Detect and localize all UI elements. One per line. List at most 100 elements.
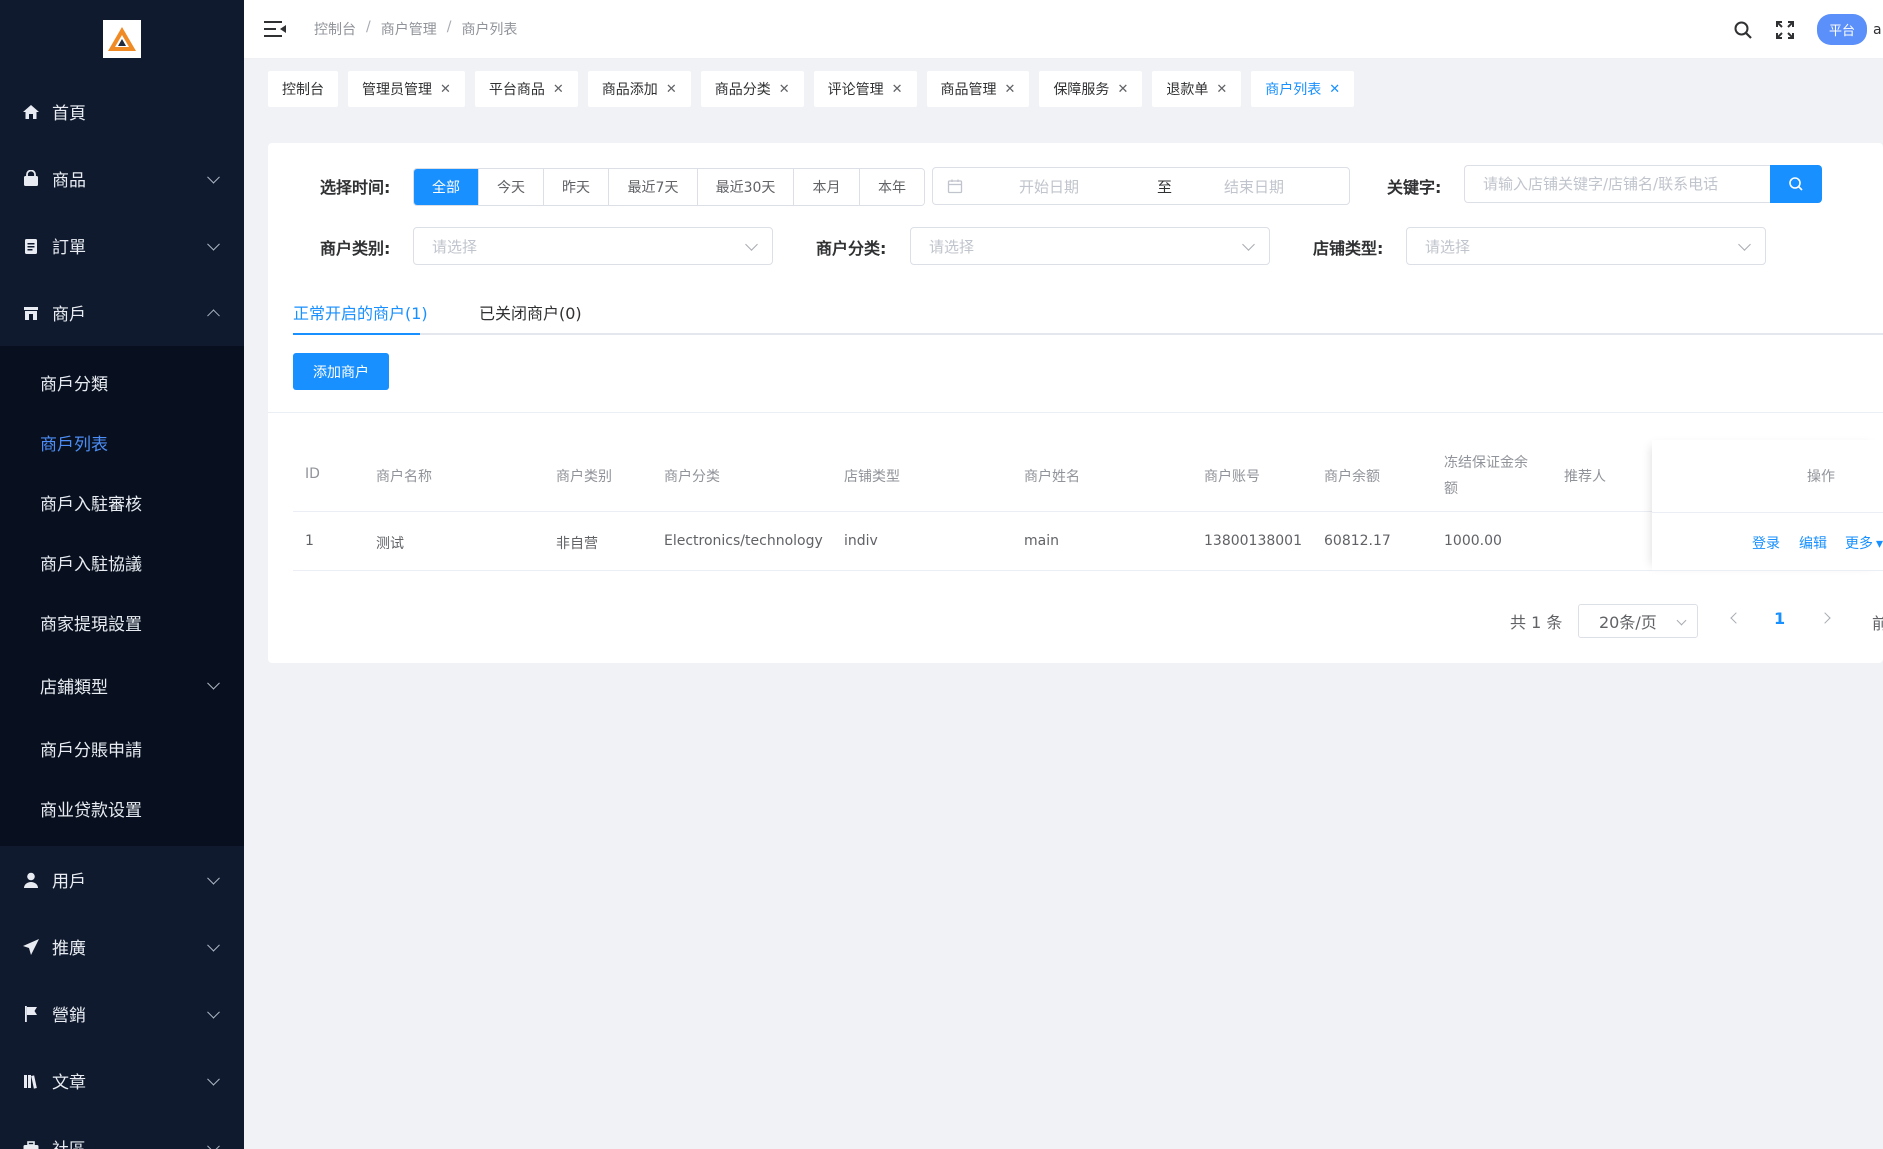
submenu-item-merchant-list[interactable]: 商戶列表: [0, 412, 244, 472]
time-option-month[interactable]: 本月: [794, 169, 860, 205]
sidebar-item-home[interactable]: 首頁: [0, 78, 244, 145]
tag-refund[interactable]: 退款单 ✕: [1152, 71, 1242, 107]
sidebar-item-goods[interactable]: 商品: [0, 145, 244, 212]
submenu-item-merchant-category[interactable]: 商戶分類: [0, 352, 244, 412]
column-header-id: ID: [305, 466, 320, 482]
platform-badge[interactable]: 平台: [1816, 14, 1867, 45]
close-icon[interactable]: ✕: [666, 82, 677, 97]
column-header-name: 商户名称: [376, 469, 432, 485]
search-icon[interactable]: [1733, 20, 1753, 40]
time-option-all[interactable]: 全部: [414, 169, 479, 205]
submenu-label: 商戶分類: [40, 374, 108, 395]
tag-label: 保障服务: [1053, 82, 1110, 98]
submenu-label: 商家提現設置: [40, 614, 142, 635]
page-size-select[interactable]: 20条/页: [1578, 604, 1698, 638]
menu-toggle-icon[interactable]: [264, 20, 286, 38]
tab-closed-merchants[interactable]: 已关闭商户(0): [479, 300, 582, 324]
goto-page-label: 前往: [1872, 614, 1883, 633]
column-header-account: 商户账号: [1204, 469, 1260, 485]
tag-label: 控制台: [282, 82, 324, 98]
column-header-frozen: 冻结保证金余: [1444, 455, 1528, 471]
date-range-picker[interactable]: 开始日期 至 结束日期: [932, 167, 1350, 205]
select-placeholder: 请选择: [1425, 237, 1471, 256]
more-dropdown[interactable]: 更多 ▾: [1845, 533, 1883, 553]
tag-guarantee-service[interactable]: 保障服务 ✕: [1039, 71, 1143, 107]
close-icon[interactable]: ✕: [1117, 82, 1128, 97]
tag-merchant-list[interactable]: 商户列表 ✕: [1251, 71, 1355, 107]
shop-type-select[interactable]: 请选择: [1406, 227, 1766, 265]
edit-link[interactable]: 编辑: [1799, 533, 1827, 553]
time-option-today[interactable]: 今天: [479, 169, 544, 205]
submenu-item-shop-type[interactable]: 店鋪類型: [0, 652, 244, 718]
submenu-item-merchant-review[interactable]: 商戶入駐審核: [0, 472, 244, 532]
chevron-down-icon: [207, 1072, 220, 1086]
column-header-balance: 商户余额: [1324, 469, 1380, 485]
submenu-item-split-apply[interactable]: 商戶分賬申請: [0, 718, 244, 778]
date-start-input[interactable]: 开始日期: [1019, 176, 1149, 197]
sidebar-item-community[interactable]: 社區: [0, 1114, 244, 1149]
sidebar-item-users[interactable]: 用戶: [0, 846, 244, 913]
time-option-yesterday[interactable]: 昨天: [544, 169, 609, 205]
merchant-type-select[interactable]: 请选择: [413, 227, 773, 265]
tag-goods-manage[interactable]: 商品管理 ✕: [926, 71, 1030, 107]
tag-review-manage[interactable]: 评论管理 ✕: [813, 71, 917, 107]
sidebar-item-promotion[interactable]: 推廣: [0, 913, 244, 980]
tag-platform-goods[interactable]: 平台商品 ✕: [474, 71, 578, 107]
keyword-search-input[interactable]: [1464, 165, 1770, 203]
close-icon[interactable]: ✕: [1329, 82, 1340, 97]
close-icon[interactable]: ✕: [779, 82, 790, 97]
login-link[interactable]: 登录: [1752, 533, 1780, 553]
cell-id: 1: [305, 533, 314, 549]
tag-label: 商品添加: [601, 82, 658, 98]
submenu-item-loan-settings[interactable]: 商业贷款设置: [0, 778, 244, 838]
user-menu[interactable]: a: [1873, 22, 1883, 38]
pagination-total: 共 1 条: [1510, 613, 1563, 632]
column-header-category: 商户分类: [664, 469, 720, 485]
divider: [268, 412, 1883, 413]
breadcrumb-item[interactable]: 控制台: [314, 19, 356, 39]
search-button[interactable]: [1770, 165, 1822, 203]
merchant-category-select[interactable]: 请选择: [910, 227, 1270, 265]
close-icon[interactable]: ✕: [892, 82, 903, 97]
more-label: 更多: [1845, 536, 1873, 552]
table-header: ID 商户名称 商户类别 商户分类 店铺类型 商户姓名 商户账号 商户余额 冻结…: [293, 440, 1883, 512]
submenu-label: 商戶入駐審核: [40, 494, 142, 515]
clipboard-icon: [22, 237, 40, 255]
close-icon[interactable]: ✕: [553, 82, 564, 97]
tag-dashboard[interactable]: 控制台: [268, 71, 338, 107]
chevron-down-icon: [207, 1139, 220, 1149]
logo[interactable]: [103, 20, 141, 58]
close-icon[interactable]: ✕: [1005, 82, 1016, 97]
fullscreen-icon[interactable]: [1775, 20, 1795, 40]
column-header-owner: 商户姓名: [1024, 469, 1080, 485]
merchant-category-label: 商户分类:: [816, 239, 887, 258]
tag-goods-category[interactable]: 商品分类 ✕: [700, 71, 804, 107]
sidebar-item-merchants[interactable]: 商戶: [0, 279, 244, 346]
sidebar-item-label: 訂單: [52, 238, 86, 258]
time-option-7days[interactable]: 最近7天: [609, 169, 698, 205]
sidebar-item-articles[interactable]: 文章: [0, 1047, 244, 1114]
submenu-item-merchant-agreement[interactable]: 商戶入駐協議: [0, 532, 244, 592]
close-icon[interactable]: ✕: [440, 82, 451, 97]
add-merchant-button[interactable]: 添加商户: [293, 353, 389, 390]
breadcrumb-item[interactable]: 商户管理: [381, 19, 437, 39]
close-icon[interactable]: ✕: [1216, 82, 1227, 97]
column-header-referrer: 推荐人: [1564, 469, 1606, 485]
time-option-30days[interactable]: 最近30天: [698, 169, 794, 205]
time-option-year[interactable]: 本年: [860, 169, 924, 205]
tag-admin-manage[interactable]: 管理员管理 ✕: [348, 71, 465, 107]
tab-open-merchants[interactable]: 正常开启的商户(1): [293, 300, 428, 324]
sidebar-item-orders[interactable]: 訂單: [0, 212, 244, 279]
sidebar-item-label: 商戶: [52, 305, 86, 325]
page-number-current[interactable]: 1: [1774, 609, 1785, 628]
chevron-down-icon: [1738, 238, 1751, 251]
tag-label: 退款单: [1166, 82, 1209, 98]
keyword-label: 关键字:: [1387, 178, 1442, 197]
tag-label: 商品管理: [940, 82, 997, 98]
tag-label: 平台商品: [488, 82, 545, 98]
submenu-item-withdraw-settings[interactable]: 商家提現設置: [0, 592, 244, 652]
date-end-input[interactable]: 结束日期: [1224, 176, 1284, 197]
sidebar-item-marketing[interactable]: 營銷: [0, 980, 244, 1047]
briefcase-icon: [22, 1139, 40, 1149]
tag-goods-add[interactable]: 商品添加 ✕: [587, 71, 691, 107]
